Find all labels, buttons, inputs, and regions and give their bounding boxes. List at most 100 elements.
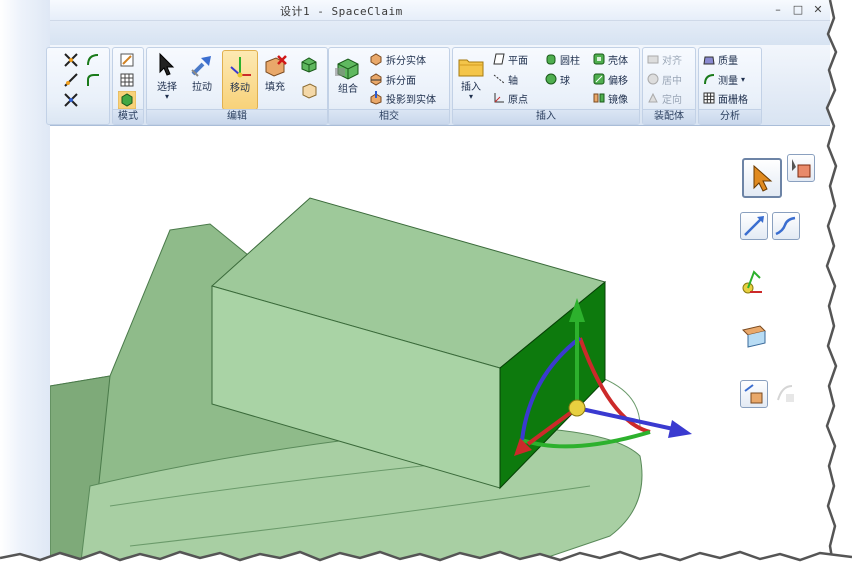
mass-button[interactable]: 质量 (703, 51, 738, 67)
orient-button[interactable]: 定向 (647, 90, 682, 106)
offset-button[interactable]: 偏移 (593, 71, 628, 87)
split-face-button[interactable]: 拆分面 (369, 71, 416, 87)
align-label: 对齐 (662, 55, 682, 67)
center-icon (647, 73, 659, 85)
insert-group-label: 插入 (453, 109, 639, 124)
assembly-group-label: 装配体 (643, 109, 695, 124)
3d-model-view[interactable] (49, 126, 830, 570)
screenshot-frame: 设计1 - SpaceClaim – □ ✕ 模式 选择 ▾ 拉动 移动 填充 … (0, 0, 852, 570)
fill-tool-label: 填充 (265, 82, 285, 93)
select-arrow-icon (159, 52, 175, 76)
pull-curve-icon (775, 216, 796, 236)
torn-edge-bottom (0, 550, 852, 570)
mirror-icon (593, 93, 605, 103)
axis-icon (493, 74, 505, 84)
palette-select-arrow-icon (753, 164, 773, 192)
replace-face-icon[interactable] (299, 80, 319, 100)
combine-icon (335, 58, 359, 80)
gizmo-anchor-ball[interactable] (568, 399, 586, 417)
palette-pull-along-button[interactable] (740, 212, 768, 240)
ribbon-tab-row (50, 21, 830, 45)
extend-icon[interactable] (63, 72, 79, 88)
pull-icon (191, 56, 211, 77)
combine-button[interactable]: 组合 (331, 54, 365, 104)
offset-icon (593, 73, 605, 85)
pull-along-icon (744, 216, 764, 236)
sketch-mode-icon[interactable] (119, 52, 135, 68)
torn-edge-right (825, 0, 852, 570)
split-body-button[interactable]: 拆分实体 (369, 51, 426, 67)
fillet-icon[interactable] (85, 72, 101, 88)
window-title: 设计1 - SpaceClaim (280, 5, 403, 18)
center-button[interactable]: 居中 (647, 71, 682, 87)
palette-move-grid-button[interactable] (740, 380, 768, 408)
intersect-group-label: 相交 (329, 109, 449, 124)
move-grid-icon (744, 384, 763, 404)
split-body-label: 拆分实体 (386, 55, 426, 67)
project-icon (370, 91, 382, 105)
orient-label: 定向 (662, 94, 682, 106)
intersect-group: 组合 拆分实体 拆分面 投影到实体 相交 (328, 47, 450, 125)
palette-disabled-button[interactable] (772, 380, 798, 406)
pull-tool-button[interactable]: 拉动 (185, 52, 219, 108)
shell-button[interactable]: 壳体 (593, 51, 628, 67)
plane-button[interactable]: 平面 (493, 51, 528, 67)
origin-icon (494, 93, 504, 103)
select-tool-button[interactable]: 选择 ▾ (151, 52, 183, 108)
project-to-body-label: 投影到实体 (386, 94, 436, 106)
trim-icon[interactable] (63, 52, 79, 68)
axis-button[interactable]: 轴 (493, 71, 518, 87)
project-to-body-button[interactable]: 投影到实体 (369, 90, 436, 106)
move-tool-button[interactable]: 移动 (222, 50, 258, 110)
split-line-icon[interactable] (63, 92, 79, 108)
cylinder-icon (546, 54, 556, 65)
insert-button[interactable]: 插入 ▾ (455, 54, 487, 108)
measure-label: 测量 (718, 75, 738, 87)
analysis-group-label: 分析 (699, 109, 761, 124)
split-face-label: 拆分面 (386, 75, 416, 87)
corner-icon[interactable] (85, 52, 101, 68)
mode-group: 模式 (112, 47, 144, 125)
axis-x-shaft[interactable] (576, 406, 679, 432)
sphere-button[interactable]: 球 (545, 71, 570, 87)
measure-button[interactable]: 测量 ▾ (703, 71, 745, 87)
measure-dropdown-icon[interactable]: ▾ (741, 75, 745, 84)
title-bar: 设计1 - SpaceClaim – □ ✕ (50, 0, 830, 21)
ruler-dimension-icon (742, 325, 766, 348)
combine-shapes-icon[interactable] (299, 54, 319, 74)
mode-group-label: 模式 (113, 109, 143, 124)
select-dropdown-icon[interactable]: ▾ (151, 93, 183, 101)
maximize-button[interactable]: □ (790, 3, 806, 17)
face-grid-button[interactable]: 面栅格 (703, 90, 748, 106)
insert-dropdown-icon[interactable]: ▾ (455, 93, 487, 101)
palette-select-box-button[interactable] (787, 154, 815, 182)
section-mode-icon[interactable] (119, 72, 135, 88)
align-button[interactable]: 对齐 (647, 51, 682, 67)
shell-icon (593, 53, 605, 65)
anchor-icon (742, 270, 762, 294)
combine-label: 组合 (338, 84, 358, 95)
palette-ruler-button[interactable] (740, 322, 768, 350)
3d-mode-icon[interactable] (118, 91, 136, 109)
fill-tool-button[interactable]: 填充 (258, 52, 292, 108)
mass-label: 质量 (718, 55, 738, 67)
shell-label: 壳体 (608, 55, 628, 67)
axis-x-arrow[interactable] (668, 420, 692, 438)
palette-pull-curve-button[interactable] (772, 212, 800, 240)
design-canvas[interactable] (49, 126, 830, 570)
box-select-icon (792, 159, 811, 178)
ribbon: 模式 选择 ▾ 拉动 移动 填充 编辑 组合 拆分实体 拆分面 投影到实体 相交… (46, 45, 830, 126)
insert-group: 插入 ▾ 平面 轴 原点 圆柱 球 壳体 偏移 镜像 插入 (452, 47, 640, 125)
mirror-button[interactable]: 镜像 (593, 90, 628, 106)
minimize-button[interactable]: – (770, 3, 786, 17)
plane-label: 平面 (508, 55, 528, 67)
cylinder-button[interactable]: 圆柱 (545, 51, 580, 67)
palette-select-button[interactable] (742, 158, 782, 198)
face-grid-label: 面栅格 (718, 94, 748, 106)
split-body-icon (370, 53, 382, 66)
palette-anchor-button[interactable] (740, 266, 766, 296)
origin-label: 原点 (508, 94, 528, 106)
origin-button[interactable]: 原点 (493, 90, 528, 106)
edit-group: 选择 ▾ 拉动 移动 填充 编辑 (146, 47, 328, 125)
folder-icon (458, 59, 484, 77)
